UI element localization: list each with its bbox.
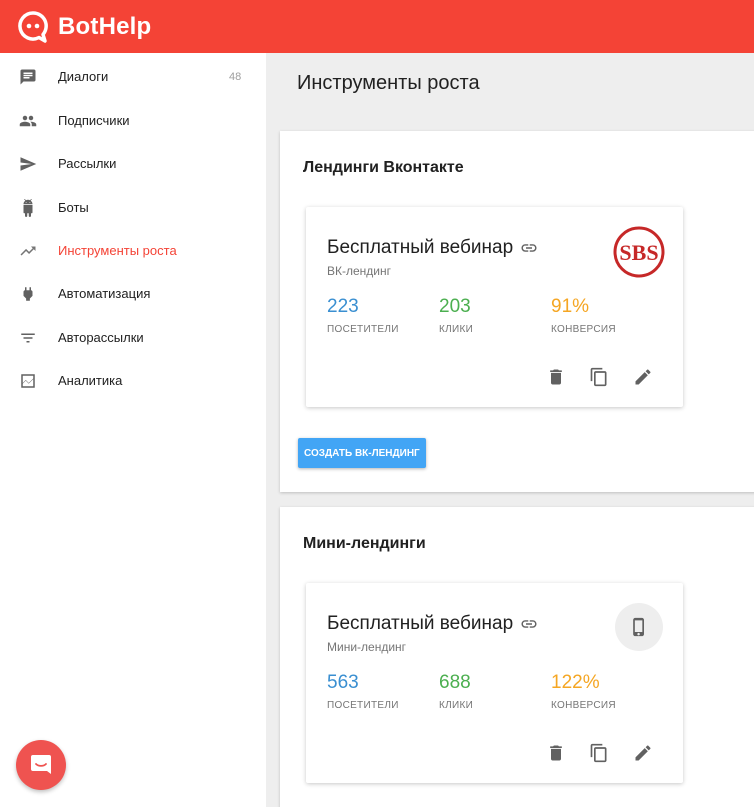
sidebar-item-label: Аналитика [58, 373, 123, 388]
conversion-label: КОНВЕРСИЯ [551, 700, 616, 711]
card-subtitle: ВК-лендинг [327, 264, 392, 278]
copy-icon [590, 367, 607, 387]
trending-up-icon [19, 242, 37, 260]
send-icon [19, 155, 37, 173]
conversion-label: КОНВЕРСИЯ [551, 324, 616, 335]
landing-card[interactable]: Бесплатный вебинар Мини-лендинг 563 ПОСЕ… [306, 583, 683, 783]
sidebar-item-subscribers[interactable]: Подписчики [0, 99, 266, 142]
conversion-value: 122% [551, 672, 600, 693]
card-subtitle: Мини-лендинг [327, 640, 407, 654]
android-icon [19, 198, 37, 217]
visitors-value: 563 [327, 672, 359, 693]
create-vk-landing-button[interactable]: СОЗДАТЬ ВК-ЛЕНДИНГ [298, 438, 426, 468]
sbs-logo-icon: SBS [613, 226, 665, 278]
sidebar-item-broadcasts[interactable]: Рассылки [0, 142, 266, 185]
trash-icon [550, 369, 562, 385]
visitors-label: ПОСЕТИТЕЛИ [327, 700, 399, 711]
support-chat-button[interactable] [16, 740, 66, 790]
delete-button[interactable] [544, 741, 568, 765]
sidebar-item-bots[interactable]: Боты [0, 186, 266, 229]
clicks-value: 688 [439, 672, 471, 693]
logo-text: SBS [619, 240, 658, 265]
clicks-label: КЛИКИ [439, 700, 474, 711]
link-icon[interactable] [520, 615, 538, 633]
page-title: Инструменты роста [297, 72, 480, 94]
sidebar-item-growth-tools[interactable]: Инструменты роста [0, 229, 266, 272]
sidebar-item-dialogs[interactable]: Диалоги 48 [0, 55, 266, 98]
copy-icon [590, 743, 607, 763]
card-title[interactable]: Бесплатный вебинар [327, 237, 538, 259]
phone-badge [615, 603, 663, 651]
mini-landings-panel: Мини-лендинги Бесплатный вебинар Мини-ле… [280, 507, 754, 807]
copy-button[interactable] [587, 741, 611, 765]
vk-landings-panel: Лендинги Вконтакте Бесплатный вебинар ВК… [280, 131, 754, 492]
bothelp-logo-icon[interactable] [16, 10, 50, 44]
sidebar: Диалоги 48 Подписчики Рассылки Боты Инст… [0, 53, 266, 807]
filter-icon [19, 329, 37, 347]
smartphone-icon [633, 617, 644, 637]
sidebar-item-label: Автоматизация [58, 286, 151, 301]
section-title: Лендинги Вконтакте [303, 159, 464, 176]
chart-icon [19, 372, 37, 390]
conversion-value: 91% [551, 296, 590, 317]
card-title[interactable]: Бесплатный вебинар [327, 613, 538, 635]
section-title: Мини-лендинги [303, 535, 426, 552]
sidebar-item-label: Инструменты роста [58, 243, 177, 258]
dialogs-count-badge: 48 [229, 70, 242, 83]
delete-button[interactable] [544, 365, 568, 389]
sidebar-item-automation[interactable]: Автоматизация [0, 272, 266, 315]
visitors-value: 223 [327, 296, 359, 317]
plug-icon [19, 285, 37, 303]
sidebar-item-label: Авторассылки [58, 330, 144, 345]
edit-button[interactable] [631, 365, 655, 389]
pencil-icon [635, 369, 651, 385]
card-title-text: Бесплатный вебинар [327, 613, 514, 634]
sidebar-item-label: Боты [58, 200, 89, 215]
top-bar: BotHelp [0, 0, 754, 53]
landing-card[interactable]: Бесплатный вебинар ВК-лендинг SBS 223 ПО… [306, 207, 683, 407]
clicks-value: 203 [439, 296, 471, 317]
pencil-icon [635, 745, 651, 761]
link-icon[interactable] [520, 239, 538, 257]
brand-name[interactable]: BotHelp [58, 13, 151, 41]
visitors-label: ПОСЕТИТЕЛИ [327, 324, 399, 335]
card-title-text: Бесплатный вебинар [327, 237, 514, 258]
people-icon [19, 112, 37, 130]
chat-bubble-icon [31, 755, 51, 774]
copy-button[interactable] [587, 365, 611, 389]
clicks-label: КЛИКИ [439, 324, 474, 335]
edit-button[interactable] [631, 741, 655, 765]
trash-icon [550, 745, 562, 761]
sidebar-item-label: Рассылки [58, 156, 117, 171]
sidebar-item-auto-broadcasts[interactable]: Авторассылки [0, 316, 266, 359]
sidebar-item-label: Подписчики [58, 113, 130, 128]
sidebar-item-label: Диалоги [58, 69, 109, 84]
sidebar-item-analytics[interactable]: Аналитика [0, 359, 266, 402]
chat-icon [19, 68, 37, 86]
